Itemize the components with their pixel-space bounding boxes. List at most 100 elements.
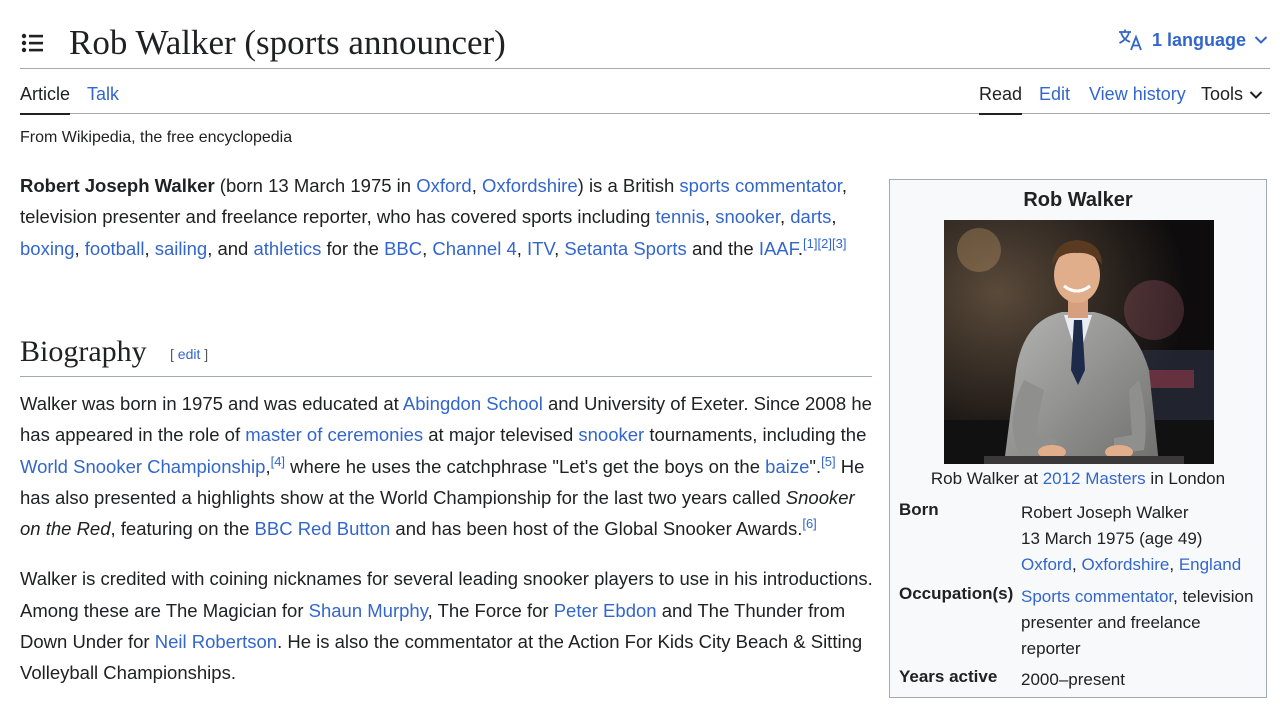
biography-paragraph-2: Walker is credited with coining nickname… (20, 563, 880, 688)
chevron-down-icon (1254, 36, 1268, 44)
biography-heading: Biography (20, 335, 147, 368)
reference-1[interactable]: [1] (803, 235, 817, 250)
tools-menu-button[interactable]: Tools (1201, 84, 1263, 105)
text: , (554, 237, 565, 259)
tab-talk[interactable]: Talk (87, 84, 119, 105)
text: , (422, 237, 433, 259)
link-shaun-murphy[interactable]: Shaun Murphy (309, 600, 428, 621)
link-peter-ebdon[interactable]: Peter Ebdon (554, 600, 657, 621)
link-sailing[interactable]: sailing (155, 238, 207, 259)
tab-article[interactable]: Article (20, 84, 71, 115)
chevron-down-icon (1249, 90, 1263, 99)
ref-link[interactable]: [6] (802, 516, 816, 531)
reference-2[interactable]: [2] (818, 235, 832, 250)
subject-name: Robert Joseph Walker (20, 175, 215, 196)
text: ". (809, 455, 822, 477)
toc-toggle-button[interactable] (20, 30, 46, 56)
biography-paragraph-1: Walker was born in 1975 and was educated… (20, 388, 880, 544)
link-tennis[interactable]: tennis (656, 206, 705, 227)
ref-link[interactable]: [2] (818, 235, 832, 250)
born-place: Oxford, Oxfordshire, England (1021, 552, 1261, 578)
occupation-label: Occupation(s) (899, 584, 1014, 603)
list-bullet-icon (21, 33, 43, 53)
born-name: Robert Joseph Walker (1021, 503, 1189, 522)
years-active-value: 2000–present (1021, 670, 1125, 689)
link-abingdon-school[interactable]: Abingdon School (403, 393, 543, 414)
link-master-of-ceremonies[interactable]: master of ceremonies (245, 424, 423, 445)
link-iaaf[interactable]: IAAF (759, 238, 798, 259)
translate-icon (1118, 29, 1142, 51)
tab-view-history[interactable]: View history (1089, 84, 1186, 105)
ref-link[interactable]: [5] (821, 453, 835, 468)
text: and the (686, 237, 759, 259)
link-snooker[interactable]: snooker (578, 424, 644, 445)
link-world-snooker-championship[interactable]: World Snooker Championship (20, 456, 265, 477)
ref-link[interactable]: [4] (271, 453, 285, 468)
reference-3[interactable]: [3] (832, 235, 846, 250)
link-oxfordshire[interactable]: Oxfordshire (1081, 555, 1169, 574)
text: at major televised (423, 424, 579, 446)
born-value: Robert Joseph Walker 13 March 1975 (age … (1021, 500, 1261, 578)
ref-link[interactable]: [3] (832, 235, 846, 250)
link-channel-4[interactable]: Channel 4 (432, 238, 516, 259)
text: , (779, 206, 791, 228)
text: ) is a British (577, 175, 680, 196)
section-edit: [ edit ] (170, 346, 208, 362)
link-athletics[interactable]: athletics (253, 238, 321, 259)
link-setanta-sports[interactable]: Setanta Sports (564, 238, 686, 259)
lead-paragraph: Robert Joseph Walker (born 13 March 1975… (20, 170, 872, 264)
text: , (704, 206, 716, 228)
link-bbc[interactable]: BBC (384, 238, 422, 259)
ref-link[interactable]: [1] (803, 235, 817, 250)
link-neil-robertson[interactable]: Neil Robertson (155, 631, 277, 652)
link-2012-masters[interactable]: 2012 Masters (1043, 469, 1146, 488)
text: Walker was born in 1975 and was educated… (20, 393, 403, 414)
edit-section-link[interactable]: edit (178, 346, 201, 362)
tab-edit[interactable]: Edit (1039, 84, 1070, 105)
link-oxfordshire[interactable]: Oxfordshire (482, 175, 578, 196)
text: , (831, 206, 837, 228)
born-label: Born (899, 500, 939, 519)
link-snooker[interactable]: snooker (715, 206, 780, 227)
text: , (516, 237, 528, 259)
link-sports-commentator[interactable]: Sports commentator (1021, 587, 1173, 606)
link-oxford[interactable]: Oxford (416, 175, 472, 196)
infobox-caption: Rob Walker at 2012 Masters in London (890, 469, 1266, 489)
language-label: 1 language (1151, 29, 1246, 50)
years-active-label: Years active (899, 667, 998, 686)
text: in London (1145, 469, 1226, 488)
text: , (471, 175, 483, 196)
tab-read[interactable]: Read (979, 84, 1023, 115)
occupation-value: Sports commentator, television presenter… (1021, 584, 1261, 662)
infobox-photo[interactable] (944, 220, 1214, 464)
bracket: [ (170, 346, 178, 362)
link-bbc-red-button[interactable]: BBC Red Button (255, 518, 391, 539)
bracket: ] (200, 346, 209, 362)
text: , (74, 237, 85, 259)
infobox: Rob Walker Rob Walker at 2012 Masters in… (889, 179, 1267, 698)
page-title: Rob Walker (sports announcer) (69, 23, 506, 62)
link-boxing[interactable]: boxing (20, 238, 75, 259)
text: where he uses the catchphrase "Let's get… (285, 455, 766, 477)
biography-heading-bar: Biography [ edit ] (20, 332, 872, 377)
tools-label: Tools (1201, 84, 1244, 104)
infobox-title: Rob Walker (1023, 189, 1133, 211)
site-tagline: From Wikipedia, the free encyclopedia (20, 129, 293, 146)
link-itv[interactable]: ITV (527, 238, 554, 259)
link-oxford[interactable]: Oxford (1021, 555, 1072, 574)
link-sports-commentator[interactable]: sports commentator (679, 175, 841, 196)
born-date: 13 March 1975 (age 49) (1021, 529, 1203, 548)
link-england[interactable]: England (1179, 555, 1241, 574)
language-button[interactable]: 1 language (1118, 28, 1268, 52)
text: , featuring on the (110, 518, 255, 540)
reference-6[interactable]: [6] (802, 516, 816, 531)
lead-section: Robert Joseph Walker (born 13 March 1975… (20, 170, 872, 264)
reference-5[interactable]: [5] (821, 453, 835, 468)
reference-4[interactable]: [4] (271, 453, 285, 468)
text: tournaments, including the (644, 424, 867, 446)
page-header: Rob Walker (sports announcer) 1 language (20, 18, 1270, 69)
link-darts[interactable]: darts (790, 206, 831, 227)
link-football[interactable]: football (85, 238, 145, 259)
link-baize[interactable]: baize (765, 456, 809, 477)
text: , (1169, 555, 1179, 574)
